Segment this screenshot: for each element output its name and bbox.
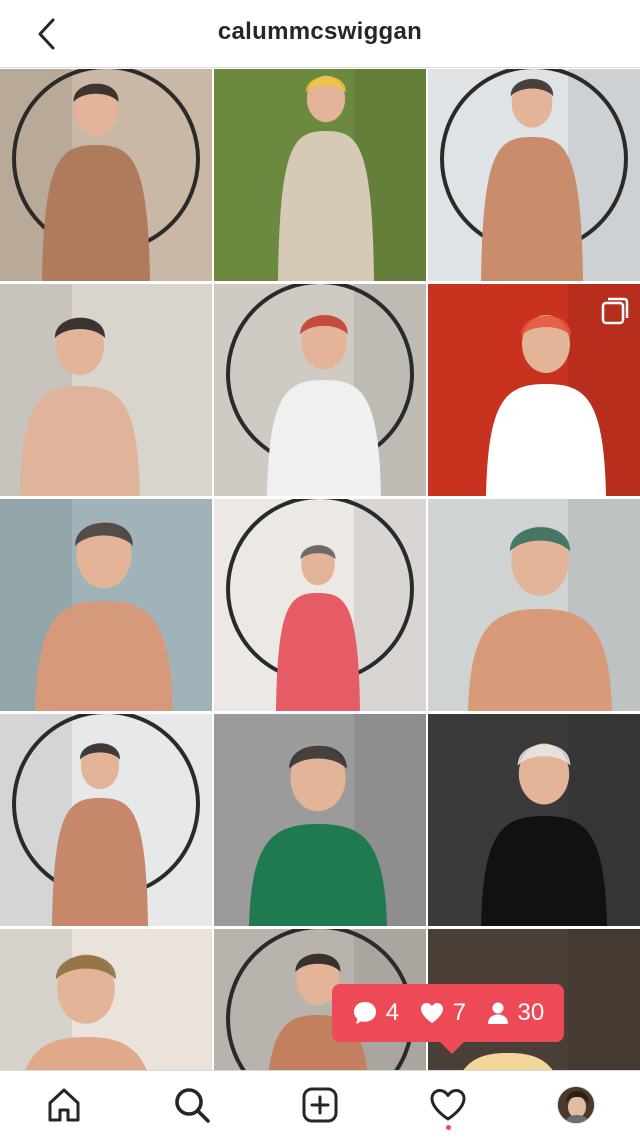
post-thumbnail[interactable]: [0, 284, 212, 496]
person-icon: [487, 1002, 508, 1024]
tooltip-arrow: [440, 1042, 464, 1054]
post-image: [0, 714, 212, 926]
post-thumbnail[interactable]: [214, 69, 426, 281]
post-thumbnail[interactable]: [0, 69, 212, 281]
likes-count: 7: [452, 999, 466, 1026]
post-thumbnail[interactable]: [428, 499, 640, 711]
tab-home[interactable]: [42, 1083, 86, 1127]
tab-search[interactable]: [170, 1083, 214, 1127]
post-image: [0, 69, 212, 281]
heart-icon: [420, 1003, 443, 1023]
followers-stat: 30: [486, 999, 545, 1027]
post-image: [428, 499, 640, 711]
post-thumbnail[interactable]: [0, 499, 212, 711]
avatar: [557, 1086, 595, 1124]
post-grid: [0, 69, 640, 1138]
post-thumbnail[interactable]: [214, 714, 426, 926]
followers-count: 30: [517, 999, 545, 1026]
post-image: [214, 284, 426, 496]
heart-outline-icon: [430, 1089, 466, 1121]
tab-activity[interactable]: [426, 1083, 470, 1130]
post-thumbnail[interactable]: [428, 714, 640, 926]
post-thumbnail[interactable]: [214, 284, 426, 496]
notification-dot: [446, 1125, 451, 1130]
add-post-icon: [302, 1087, 338, 1123]
comments-stat: 4: [352, 999, 399, 1027]
comment-bubble-icon: [353, 1002, 376, 1024]
post-thumbnail[interactable]: [428, 284, 640, 496]
post-thumbnail[interactable]: [428, 69, 640, 281]
activity-tooltip[interactable]: 4 7 30: [332, 984, 564, 1054]
post-thumbnail[interactable]: [214, 499, 426, 711]
bottom-tab-bar: [0, 1070, 640, 1138]
post-image: [214, 69, 426, 281]
post-image: [428, 69, 640, 281]
top-bar: calummcswiggan: [0, 0, 640, 68]
post-thumbnail[interactable]: [0, 714, 212, 926]
carousel-icon: [601, 297, 629, 325]
tab-add[interactable]: [298, 1083, 342, 1127]
post-image: [0, 499, 212, 711]
search-icon: [175, 1088, 210, 1123]
profile-username: calummcswiggan: [217, 18, 423, 45]
post-image: [214, 714, 426, 926]
post-image: [0, 284, 212, 496]
home-icon: [48, 1088, 80, 1122]
post-image: [428, 714, 640, 926]
post-image: [214, 499, 426, 711]
tab-profile[interactable]: [554, 1083, 598, 1127]
comments-count: 4: [385, 999, 400, 1026]
likes-stat: 7: [419, 999, 466, 1027]
